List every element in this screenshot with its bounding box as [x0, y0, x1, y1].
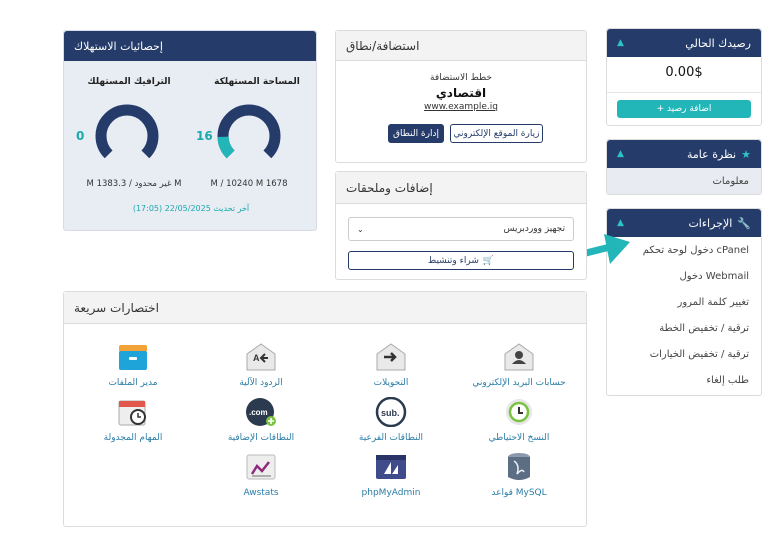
hosting-panel: استضافة/نطاق خطط الاستضافة اقتصادي www.e… [335, 30, 587, 163]
shortcut-subdomains[interactable]: sub. النطاقات الفرعية [336, 397, 446, 443]
shortcuts-title: اختصارات سريعة [74, 300, 159, 315]
shortcut-label: المهام المجدولة [103, 433, 163, 443]
forwarders-icon [374, 342, 408, 372]
wrench-icon: 🔧 [737, 216, 751, 230]
shortcut-label: النطاقات الفرعية [358, 433, 424, 443]
visit-website-button[interactable]: زيارة الموقع الإلكتروني [450, 124, 543, 143]
add-funds-button[interactable]: + اضافة رصيد [617, 100, 751, 118]
cron-jobs-icon [116, 397, 150, 427]
sidebar-item-upgrade-plan[interactable]: ترقية / تخفيض الخطة [607, 315, 761, 341]
shortcut-backup[interactable]: النسخ الاحتياطي [464, 397, 574, 443]
plan-label: خطط الاستضافة [430, 73, 492, 83]
balance-header[interactable]: رصيدك الحالي ▲ [607, 29, 761, 57]
email-account-icon [502, 342, 536, 372]
sidebar-item-upgrade-options[interactable]: ترقية / تخفيض الخيارات [607, 341, 761, 367]
shortcut-phpmyadmin[interactable]: phpMyAdmin [336, 452, 446, 498]
addon-select-value: تجهيز ووردبريس [503, 224, 565, 234]
addon-select[interactable]: ⌄ تجهيز ووردبريس [348, 217, 574, 241]
phpmyadmin-icon [374, 452, 408, 482]
overview-title: نظرة عامة [687, 147, 737, 161]
shortcut-email-accounts[interactable]: حسابات البريد الإلكتروني [464, 342, 574, 388]
disk-gauge [217, 104, 281, 159]
disk-footer: M / 10240 M 1678 [210, 179, 288, 189]
balance-title: رصيدك الحالي [685, 36, 751, 50]
addon-domains-icon: .com [244, 397, 278, 427]
disk-gauge-fill [217, 136, 235, 159]
disk-percent: 16 [196, 129, 213, 143]
bandwidth-gauge-track [95, 104, 159, 159]
shortcut-cron-jobs[interactable]: المهام المجدولة [78, 397, 188, 443]
shortcut-label: التحويلات [373, 378, 409, 388]
svg-text:sub.: sub. [381, 408, 400, 418]
shortcut-autoresponders[interactable]: A الردود الآلية [206, 342, 316, 388]
disk-label: المساحة المستهلكة [214, 77, 300, 87]
backup-icon [502, 397, 536, 427]
sidebar-item-info[interactable]: معلومات [607, 168, 761, 194]
addons-panel: إضافات وملحقات ⌄ تجهيز ووردبريس شراء وتن… [335, 171, 587, 280]
bandwidth-gauge [95, 104, 159, 159]
svg-text:A: A [253, 353, 260, 363]
shortcuts-panel: اختصارات سريعة حسابات البريد الإلكتروني … [63, 291, 587, 527]
shortcut-mysql[interactable]: قواعد MySQL [464, 452, 574, 498]
sidebar-item-cancel[interactable]: طلب إلغاء [607, 367, 761, 393]
bandwidth-footer: M 1383.3 / غير محدود M [86, 179, 182, 189]
chevron-up-icon[interactable]: ▲ [617, 218, 624, 228]
shortcut-label: قواعد MySQL [491, 488, 547, 498]
svg-text:.com: .com [249, 408, 268, 417]
actions-title: الإجراءات [688, 216, 733, 230]
manage-domain-button[interactable]: إدارة النطاق [388, 124, 444, 143]
cart-icon: 🛒 [482, 255, 495, 266]
file-manager-icon [116, 342, 150, 372]
shortcut-label: مدير الملفات [108, 378, 158, 388]
shortcut-awstats[interactable]: Awstats [206, 452, 316, 498]
usage-panel: إحصائيات الاستهلاك المساحة المستهلكة 16 … [63, 30, 317, 231]
balance-panel: رصيدك الحالي ▲ 0.00$ + اضافة رصيد [606, 28, 762, 126]
subdomains-icon: sub. [374, 397, 408, 427]
chevron-down-icon: ⌄ [357, 224, 364, 234]
mysql-icon [502, 452, 536, 482]
shortcut-addon-domains[interactable]: .com النطاقات الإضافية [206, 397, 316, 443]
usage-header: إحصائيات الاستهلاك [64, 31, 316, 61]
shortcut-forwarders[interactable]: التحويلات [336, 342, 446, 388]
shortcut-label: الردود الآلية [239, 378, 283, 388]
shortcut-label: phpMyAdmin [361, 488, 421, 498]
usage-title: إحصائيات الاستهلاك [74, 39, 163, 53]
bandwidth-percent: 0 [76, 129, 85, 143]
chevron-up-icon[interactable]: ▲ [617, 149, 624, 159]
shortcut-file-manager[interactable]: مدير الملفات [78, 342, 188, 388]
balance-amount: 0.00$ [665, 65, 703, 80]
sidebar-item-change-password[interactable]: تغيير كلمة المرور [607, 289, 761, 315]
bandwidth-label: الترافيك المستهلك [87, 77, 171, 87]
addons-header: إضافات وملحقات [336, 172, 586, 204]
hosting-header: استضافة/نطاق [336, 31, 586, 61]
autoresponders-icon: A [244, 342, 278, 372]
buy-activate-label: شراء وتنشيط [427, 255, 479, 266]
chevron-up-icon[interactable]: ▲ [617, 38, 624, 48]
plan-name: اقتصادي [435, 86, 487, 100]
shortcut-label: Awstats [243, 488, 279, 498]
addons-title: إضافات وملحقات [346, 180, 433, 195]
last-updated: آخر تحديث 22/05/2025 (17:05) [132, 204, 250, 213]
shortcut-label: النطاقات الإضافية [227, 433, 295, 443]
overview-header[interactable]: ★ نظرة عامة ▲ [607, 140, 761, 168]
buy-activate-button[interactable]: شراء وتنشيط 🛒 [348, 251, 574, 270]
domain-link[interactable]: www.example.iq [336, 102, 586, 112]
star-icon: ★ [741, 147, 751, 161]
awstats-icon [244, 452, 278, 482]
shortcut-label: النسخ الاحتياطي [488, 433, 550, 443]
shortcut-label: حسابات البريد الإلكتروني [472, 378, 566, 388]
shortcuts-header: اختصارات سريعة [64, 292, 586, 324]
hosting-title: استضافة/نطاق [346, 38, 420, 53]
overview-panel: ★ نظرة عامة ▲ معلومات [606, 139, 762, 195]
